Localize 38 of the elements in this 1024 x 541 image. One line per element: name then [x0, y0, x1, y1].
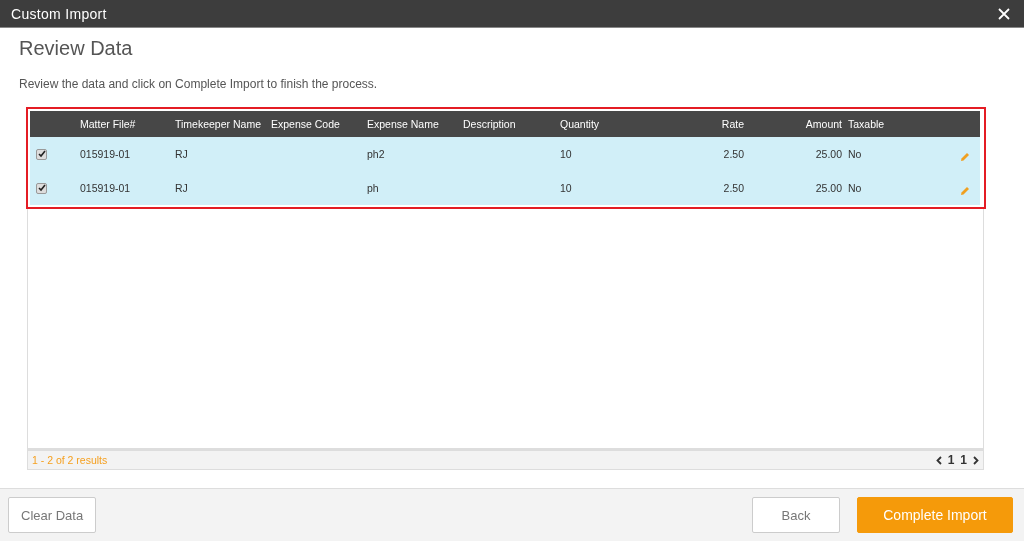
table-cell: 2.50 — [723, 148, 744, 160]
table-row[interactable]: 015919-01 RJ ph2 10 2.50 25.00 No — [30, 137, 980, 171]
table-cell: No — [848, 148, 862, 160]
column-header[interactable]: Amount — [750, 118, 848, 130]
table-cell: ph2 — [367, 148, 385, 160]
table-cell: 015919-01 — [80, 182, 131, 194]
page-count: 1 — [960, 453, 967, 467]
column-header[interactable]: Quantity — [560, 118, 660, 130]
table-cell: 25.00 — [815, 182, 842, 194]
next-page-icon[interactable] — [973, 455, 979, 465]
back-button[interactable]: Back — [752, 497, 840, 533]
column-header[interactable]: Timekeeper Name — [175, 118, 271, 130]
table-row[interactable]: 015919-01 RJ ph 10 2.50 25.00 No — [30, 171, 980, 205]
table-cell: RJ — [175, 182, 188, 194]
previous-page-icon[interactable] — [935, 455, 942, 465]
results-summary: 1 - 2 of 2 results — [32, 454, 108, 466]
page-heading: Review Data — [19, 37, 134, 60]
instructions-text: Review the data and click on Complete Import to finish the process. — [19, 77, 379, 91]
clear-data-button[interactable]: Clear Data — [8, 497, 97, 533]
column-header[interactable]: Matter File# — [80, 118, 175, 130]
table-cell: 10 — [560, 182, 572, 194]
table-cell: 2.50 — [723, 182, 744, 194]
row-checkbox[interactable] — [36, 182, 47, 194]
column-header[interactable]: Description — [463, 118, 560, 130]
row-checkbox[interactable] — [36, 148, 47, 160]
table-cell: ph — [367, 182, 379, 194]
table-cell: 25.00 — [815, 148, 842, 160]
current-page[interactable]: 1 — [947, 453, 955, 467]
column-header[interactable]: Taxable — [848, 118, 940, 130]
column-header[interactable]: Expense Code — [271, 118, 367, 130]
window-title: Custom Import — [11, 5, 107, 22]
table-cell: RJ — [175, 148, 188, 160]
table-cell: 10 — [560, 148, 572, 160]
table-cell: 015919-01 — [80, 148, 131, 160]
table-cell: No — [848, 182, 862, 194]
close-icon[interactable] — [998, 7, 1010, 20]
column-header[interactable]: Rate — [660, 118, 750, 130]
column-header[interactable]: Expense Name — [367, 118, 463, 130]
